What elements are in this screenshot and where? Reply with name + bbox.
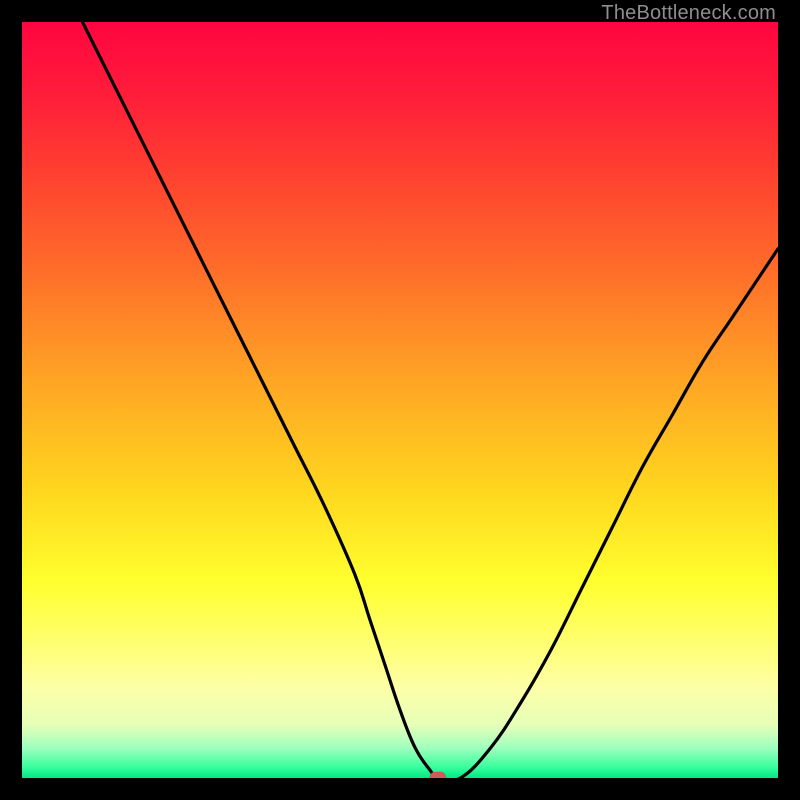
curve-layer [22, 22, 778, 778]
minimum-marker [430, 772, 446, 778]
chart-frame: TheBottleneck.com [0, 0, 800, 800]
bottleneck-curve-path [82, 22, 778, 778]
plot-area [22, 22, 778, 778]
